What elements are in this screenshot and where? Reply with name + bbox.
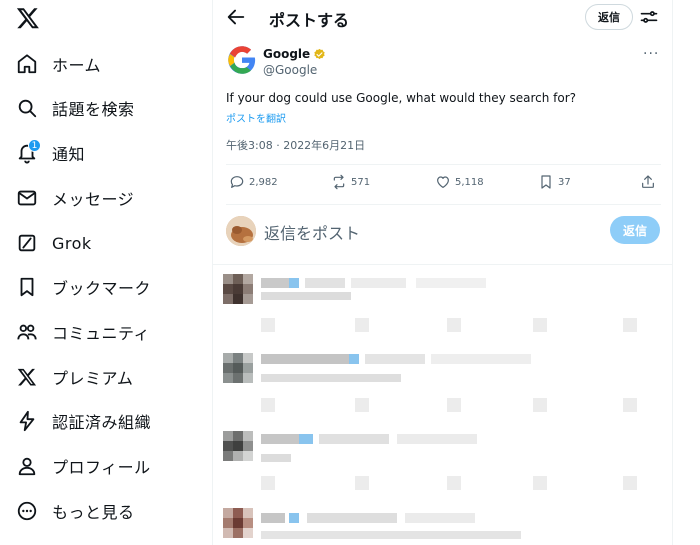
repost-icon: [333, 174, 345, 190]
bookmark-icon: [541, 175, 551, 189]
notification-badge: 1: [28, 139, 41, 152]
tweet-actions-bar: 2,982 571 5,118 37: [226, 174, 661, 194]
blurred-reply[interactable]: [213, 266, 672, 348]
nav-item-explore[interactable]: 話題を検索: [14, 90, 135, 126]
nav-item-more[interactable]: もっと見る: [14, 493, 135, 529]
home-icon: [14, 51, 40, 77]
reply-count: 2,982: [249, 176, 278, 188]
verified-gold-badge-icon[interactable]: [313, 48, 326, 61]
bookmark-icon: [14, 274, 40, 300]
blurred-reply[interactable]: [213, 348, 672, 430]
bookmark-count: 37: [558, 176, 571, 188]
nav-item-label: もっと見る: [52, 503, 135, 522]
search-icon: [14, 95, 40, 121]
avatar: [223, 431, 253, 461]
like-count: 5,118: [455, 176, 484, 188]
translate-post-link[interactable]: ポストを翻訳: [226, 110, 286, 125]
nav-item-premium[interactable]: プレミアム: [14, 359, 133, 395]
divider: [213, 264, 672, 265]
nav-item-label: メッセージ: [52, 190, 135, 209]
post-header: ポストする 返信: [213, 0, 672, 36]
reply-action[interactable]: 2,982: [229, 174, 278, 190]
nav-item-label: 話題を検索: [52, 100, 135, 119]
nav-item-label: 通知: [52, 145, 86, 164]
like-action[interactable]: 5,118: [435, 174, 484, 190]
adjust-icon[interactable]: [639, 7, 659, 27]
nav-item-label: コミュニティ: [52, 324, 151, 343]
share-action[interactable]: [640, 174, 660, 190]
avatar: [223, 508, 253, 538]
tweet-timestamp[interactable]: 午後3:08 · 2022年6月21日: [226, 137, 365, 153]
share-icon: [642, 175, 654, 188]
reply-bubble-icon: [230, 176, 244, 188]
blurred-reply[interactable]: [213, 426, 672, 508]
nav-item-label: ホーム: [52, 56, 102, 75]
nav-item-verified-orgs[interactable]: 認証済み組織: [14, 403, 151, 439]
bell-icon: 1: [14, 139, 41, 166]
repost-count: 571: [351, 176, 371, 188]
repost-action[interactable]: 571: [331, 174, 370, 190]
back-arrow-icon[interactable]: [225, 6, 247, 28]
lightning-icon: [14, 408, 40, 434]
nav-item-messages[interactable]: メッセージ: [14, 180, 134, 216]
x-premium-icon: [14, 364, 40, 390]
bookmark-action[interactable]: 37: [538, 174, 571, 190]
nav-item-profile[interactable]: プロフィール: [14, 448, 151, 484]
reply-submit-button[interactable]: 返信: [610, 216, 660, 244]
x-logo-icon[interactable]: [16, 6, 40, 30]
nav-item-communities[interactable]: コミュニティ: [14, 314, 150, 350]
author-display-name: Google: [263, 47, 311, 61]
avatar: [223, 274, 253, 304]
page-title: ポストする: [269, 11, 350, 30]
person-icon: [14, 453, 40, 479]
left-navigation: ホーム 話題を検索 1 通知 メッセージ Grok ブックマーク コミュニティ …: [0, 0, 212, 545]
nav-item-notifications[interactable]: 1 通知: [14, 135, 85, 171]
heart-icon: [437, 176, 449, 188]
nav-item-bookmarks[interactable]: ブックマーク: [14, 269, 151, 305]
nav-item-grok[interactable]: Grok: [14, 225, 92, 261]
author-handle[interactable]: @Google: [263, 63, 317, 77]
google-logo-avatar[interactable]: [227, 45, 257, 75]
avatar: [223, 353, 253, 383]
user-avatar[interactable]: [226, 216, 256, 246]
grok-icon: [14, 230, 40, 256]
blurred-reply[interactable]: [213, 505, 672, 545]
reply-composer-input[interactable]: 返信をポスト: [264, 220, 360, 244]
post-detail-column: ポストする 返信 Google @Google ··· If your dog …: [212, 0, 673, 545]
nav-item-label: 認証済み組織: [52, 413, 152, 432]
divider: [226, 204, 661, 205]
nav-item-label: ブックマーク: [52, 279, 152, 298]
envelope-icon: [14, 185, 40, 211]
nav-item-label: Grok: [52, 233, 92, 253]
tweet-text: If your dog could use Google, what would…: [226, 91, 577, 105]
nav-item-label: プレミアム: [52, 369, 134, 388]
header-reply-button[interactable]: 返信: [585, 4, 633, 30]
nav-item-label: プロフィール: [52, 458, 151, 477]
nav-item-home[interactable]: ホーム: [14, 46, 101, 82]
divider: [226, 164, 661, 165]
more-circle-icon: [14, 498, 40, 524]
community-icon: [14, 319, 40, 345]
author-name[interactable]: Google: [263, 47, 326, 61]
more-options-icon[interactable]: ···: [643, 46, 659, 62]
